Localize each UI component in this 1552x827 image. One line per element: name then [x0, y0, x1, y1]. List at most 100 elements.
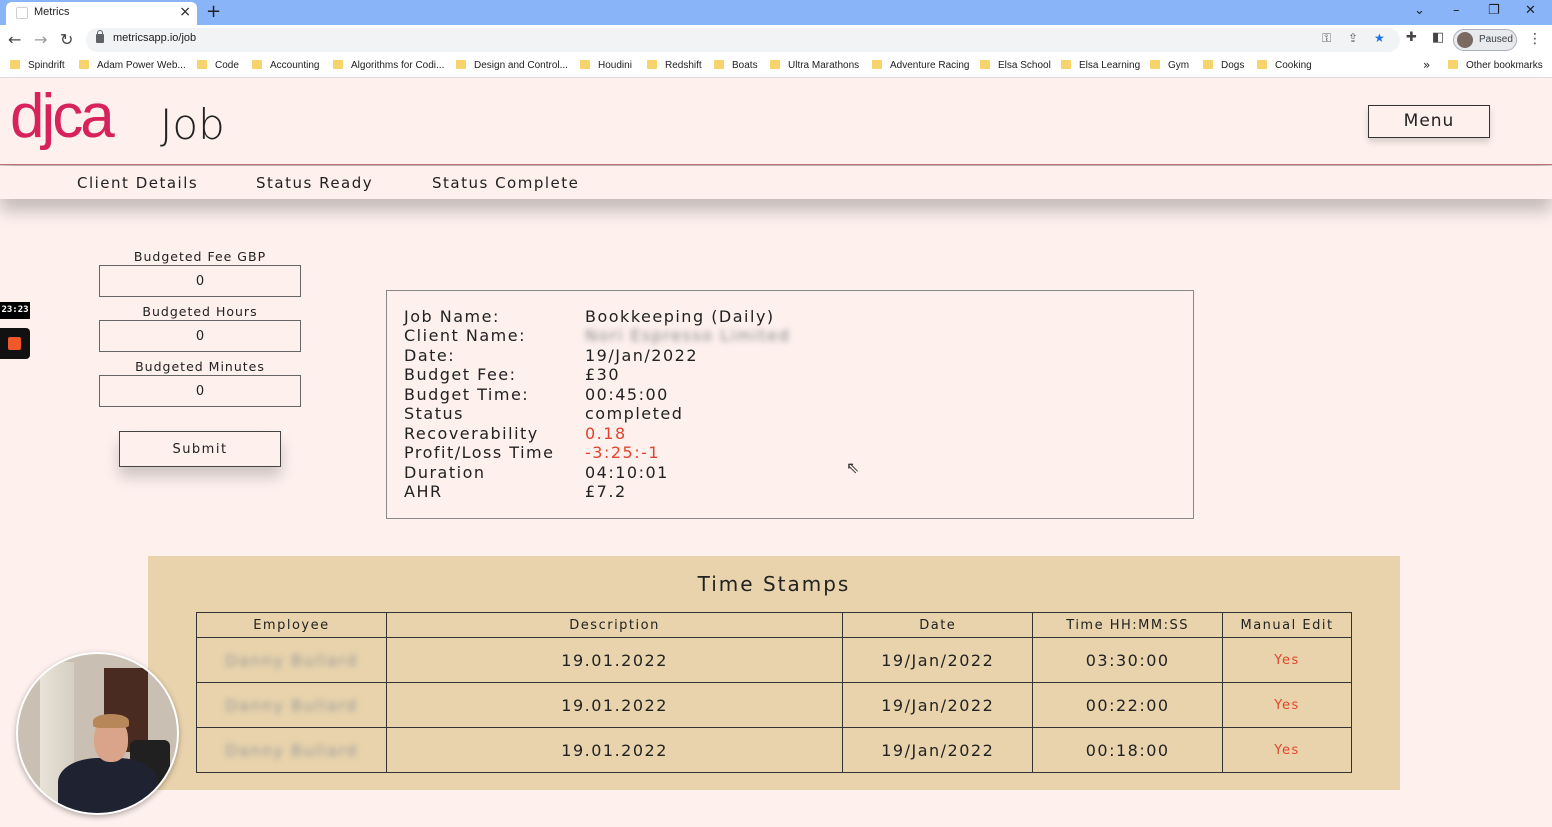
page-title: Job: [160, 100, 225, 149]
budgeted-hours-label: Budgeted Hours: [142, 304, 258, 319]
ahr-label: AHR: [404, 482, 443, 501]
bookmark-boats[interactable]: Boats: [714, 60, 758, 71]
folder-icon: [333, 60, 343, 69]
avatar: [1457, 32, 1473, 48]
folder-icon: [10, 60, 20, 69]
bookmark-design-and-control[interactable]: Design and Control...: [456, 60, 568, 71]
bookmark-houdini[interactable]: Houdini: [580, 60, 632, 71]
table-header-row: Employee Description Date Time HH:MM:SS …: [196, 612, 1352, 638]
folder-icon: [980, 60, 990, 69]
app-header: djca Job Menu: [0, 78, 1552, 165]
webcam-person-body: [58, 758, 158, 813]
time-cell: 00:22:00: [1032, 682, 1224, 728]
nav-client-details[interactable]: Client Details: [77, 174, 198, 192]
budget-fee-label: Budget Fee:: [404, 365, 517, 384]
bookmark-code[interactable]: Code: [197, 60, 239, 71]
tab-search-icon[interactable]: ⌄: [1414, 1, 1425, 21]
submit-button[interactable]: Submit: [119, 431, 281, 467]
profile-button[interactable]: Paused: [1453, 29, 1517, 51]
bookmark-adventure-racing[interactable]: Adventure Racing: [872, 60, 970, 71]
minimize-icon[interactable]: –: [1453, 1, 1460, 21]
column-header-description: Description: [385, 612, 844, 638]
other-bookmarks[interactable]: Other bookmarks: [1448, 60, 1543, 71]
table-row[interactable]: Danny Bullard 19.01.2022 19/Jan/2022 00:…: [196, 682, 1352, 728]
page-favicon-icon: [16, 7, 28, 19]
employee-cell: Danny Bullard: [196, 682, 387, 728]
reload-icon[interactable]: ↻: [60, 30, 73, 50]
bookmark-elsa-learning[interactable]: Elsa Learning: [1061, 60, 1140, 71]
bookmark-star-icon[interactable]: ★: [1374, 31, 1385, 45]
back-arrow-icon[interactable]: ←: [8, 30, 21, 50]
budget-time-value: 00:45:00: [585, 385, 669, 404]
column-header-manual-edit: Manual Edit: [1222, 612, 1352, 638]
profile-status: Paused: [1479, 34, 1513, 45]
budgeted-fee-input[interactable]: [99, 265, 301, 297]
status-label: Status: [404, 404, 464, 423]
folder-icon: [252, 60, 262, 69]
bookmark-algorithms[interactable]: Algorithms for Codi...: [333, 60, 444, 71]
folder-icon: [1061, 60, 1071, 69]
bookmark-adam-power-web[interactable]: Adam Power Web...: [79, 60, 186, 71]
lock-icon[interactable]: [96, 30, 104, 43]
budgeted-hours-input[interactable]: [99, 320, 301, 352]
url-text[interactable]: metricsapp.io/job: [113, 32, 196, 44]
more-bookmarks-icon[interactable]: »: [1423, 58, 1430, 72]
address-bar[interactable]: metricsapp.io/job ⚿ ⇪ ★: [86, 28, 1400, 52]
restore-icon[interactable]: ❐: [1488, 1, 1500, 21]
bookmark-gym[interactable]: Gym: [1150, 60, 1189, 71]
profit-loss-value: -3:25:-1: [585, 443, 661, 462]
budget-fee-value: £30: [585, 365, 621, 384]
stop-recording-icon[interactable]: [0, 328, 30, 359]
window-close-icon[interactable]: ✕: [1525, 1, 1536, 21]
nav-status-complete[interactable]: Status Complete: [432, 174, 579, 192]
folder-icon: [872, 60, 882, 69]
time-stamps-title: Time Stamps: [697, 572, 851, 596]
folder-icon: [647, 60, 657, 69]
share-icon[interactable]: ⇪: [1348, 31, 1358, 45]
description-cell: 19.01.2022: [385, 682, 844, 728]
table-row[interactable]: Danny Bullard 19.01.2022 19/Jan/2022 00:…: [196, 727, 1352, 773]
ahr-value: £7.2: [585, 482, 627, 501]
column-header-time: Time HH:MM:SS: [1032, 612, 1224, 638]
djca-logo[interactable]: djca: [10, 82, 115, 152]
client-name-value: Nori Espresso Limited: [585, 326, 791, 345]
date-cell: 19/Jan/2022: [842, 727, 1034, 773]
recoverability-value: 0.18: [585, 424, 627, 443]
budgeted-minutes-label: Budgeted Minutes: [135, 359, 265, 374]
bookmark-spindrift[interactable]: Spindrift: [10, 60, 65, 71]
nav-status-ready[interactable]: Status Ready: [256, 174, 373, 192]
new-tab-button[interactable]: +: [206, 1, 221, 23]
close-tab-icon[interactable]: ×: [179, 4, 191, 20]
browser-toolbar: ← → ↻ metricsapp.io/job ⚿ ⇪ ★ ✚ ◧: [0, 25, 1552, 56]
bookmark-elsa-school[interactable]: Elsa School: [980, 60, 1051, 71]
date-cell: 19/Jan/2022: [842, 682, 1034, 728]
table-row[interactable]: Danny Bullard 19.01.2022 19/Jan/2022 03:…: [196, 637, 1352, 683]
folder-icon: [1150, 60, 1160, 69]
profit-loss-label: Profit/Loss Time: [404, 443, 555, 462]
menu-button[interactable]: Menu: [1368, 105, 1490, 138]
forward-arrow-icon[interactable]: →: [34, 30, 47, 50]
job-subnav: Client Details Status Ready Status Compl…: [0, 166, 1552, 199]
browser-tab-strip: Metrics × + ⌄ – ❐ ✕: [0, 0, 1552, 25]
time-cell: 03:30:00: [1032, 637, 1224, 683]
bookmark-accounting[interactable]: Accounting: [252, 60, 319, 71]
folder-icon: [197, 60, 207, 69]
status-value: completed: [585, 404, 684, 423]
extensions-puzzle-icon[interactable]: ✚: [1406, 30, 1417, 45]
bookmark-ultra-marathons[interactable]: Ultra Marathons: [770, 60, 859, 71]
folder-icon: [1448, 60, 1458, 69]
recording-timer: 23:23: [0, 302, 30, 319]
column-header-date: Date: [842, 612, 1034, 638]
date-label: Date:: [404, 346, 456, 365]
bookmark-cooking[interactable]: Cooking: [1257, 60, 1312, 71]
bookmark-dogs[interactable]: Dogs: [1203, 60, 1244, 71]
key-icon[interactable]: ⚿: [1322, 31, 1331, 46]
manual-edit-cell: Yes: [1222, 682, 1352, 728]
browser-tab[interactable]: Metrics ×: [6, 2, 197, 25]
bookmark-redshift[interactable]: Redshift: [647, 60, 702, 71]
browser-menu-icon[interactable]: ⋮: [1528, 31, 1542, 47]
budgeted-minutes-input[interactable]: [99, 375, 301, 407]
client-name-label: Client Name:: [404, 326, 526, 345]
job-name-label: Job Name:: [404, 307, 500, 326]
side-panel-icon[interactable]: ◧: [1432, 30, 1444, 45]
